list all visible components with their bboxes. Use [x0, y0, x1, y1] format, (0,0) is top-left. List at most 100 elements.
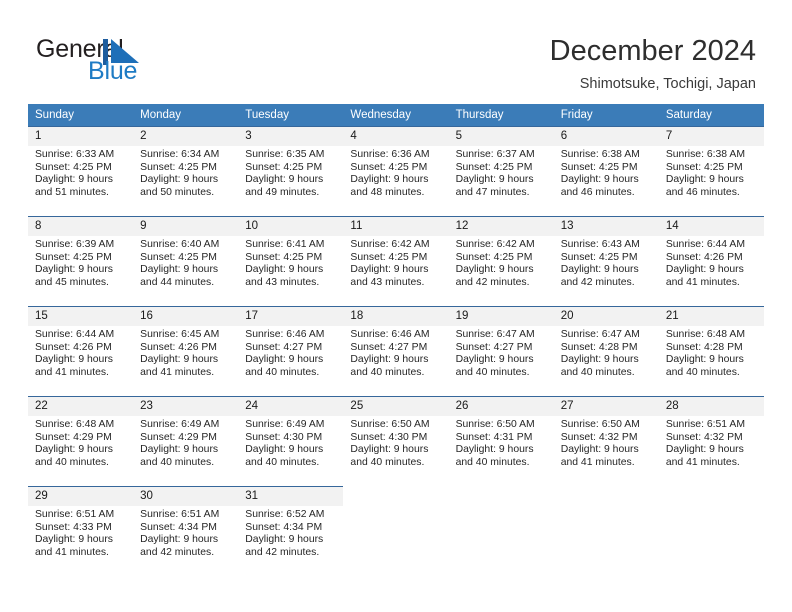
daylight-text-line2: and 43 minutes. — [350, 276, 425, 288]
sunrise-text: Sunrise: 6:42 AM — [455, 239, 535, 250]
day-number: 5 — [448, 127, 554, 146]
calendar-week-row: 8 Sunrise: 6:39 AM Sunset: 4:25 PM Daylight… — [28, 216, 764, 306]
daylight-text-line1: Daylight: 9 hours — [35, 534, 113, 546]
day-cell[interactable]: 20 Sunrise: 6:47 AM Sunset: 4:28 PM Dayligh… — [553, 306, 659, 396]
day-cell[interactable]: 23 Sunrise: 6:49 AM Sunset: 4:29 PM Dayligh… — [133, 396, 239, 486]
day-cell[interactable]: 17 Sunrise: 6:46 AM Sunset: 4:27 PM Dayligh… — [238, 306, 344, 396]
sunrise-text: Sunrise: 6:43 AM — [560, 239, 640, 250]
day-number: 3 — [238, 127, 344, 146]
day-cell[interactable]: 12 Sunrise: 6:42 AM Sunset: 4:25 PM Dayligh… — [448, 216, 554, 306]
day-cell[interactable]: 15 Sunrise: 6:44 AM Sunset: 4:26 PM Dayligh… — [28, 306, 134, 396]
day-number: 15 — [28, 307, 134, 326]
day-cell[interactable]: 31 Sunrise: 6:52 AM Sunset: 4:34 PM Dayligh… — [238, 486, 344, 576]
daylight-text-line2: and 48 minutes. — [350, 186, 425, 198]
sunset-text: Sunset: 4:25 PM — [560, 251, 638, 263]
sunrise-text: Sunrise: 6:49 AM — [140, 419, 220, 430]
daylight-text-line2: and 40 minutes. — [35, 456, 109, 468]
day-cell[interactable]: 21 Sunrise: 6:48 AM Sunset: 4:28 PM Dayligh… — [658, 306, 764, 396]
day-number: 2 — [133, 127, 239, 146]
sunset-text: Sunset: 4:25 PM — [560, 161, 638, 173]
calendar-week-row: 22 Sunrise: 6:48 AM Sunset: 4:29 PM Dayligh… — [28, 396, 764, 486]
daylight-text-line1: Daylight: 9 hours — [350, 264, 429, 276]
day-cell[interactable]: 4 Sunrise: 6:36 AM Sunset: 4:25 PM Daylight… — [343, 126, 449, 216]
day-number — [343, 486, 448, 505]
day-cell[interactable]: 28 Sunrise: 6:51 AM Sunset: 4:32 PM Dayligh… — [658, 396, 764, 486]
daylight-text-line2: and 41 minutes. — [665, 276, 740, 288]
day-cell[interactable]: 11 Sunrise: 6:42 AM Sunset: 4:25 PM Dayligh… — [343, 216, 449, 306]
sunrise-text: Sunrise: 6:47 AM — [560, 329, 640, 340]
day-number: 27 — [553, 397, 659, 416]
sunrise-text: Sunrise: 6:38 AM — [560, 149, 640, 160]
day-details: Sunrise: 6:50 AM Sunset: 4:31 PM Daylight:… — [449, 416, 554, 469]
day-number: 16 — [133, 307, 239, 326]
day-details: Sunrise: 6:51 AM Sunset: 4:32 PM Daylight:… — [659, 416, 764, 469]
calendar-week-row: 1 Sunrise: 6:33 AM Sunset: 4:25 PM Daylight… — [28, 126, 764, 216]
sunrise-text: Sunrise: 6:48 AM — [665, 329, 745, 340]
sunrise-text: Sunrise: 6:44 AM — [35, 329, 115, 340]
day-cell[interactable]: 2 Sunrise: 6:34 AM Sunset: 4:25 PM Daylight… — [133, 126, 239, 216]
sunrise-text: Sunrise: 6:45 AM — [140, 329, 220, 340]
day-number: 4 — [343, 127, 449, 146]
sunset-text: Sunset: 4:25 PM — [455, 161, 533, 173]
day-cell[interactable]: 19 Sunrise: 6:47 AM Sunset: 4:27 PM Dayligh… — [448, 306, 554, 396]
day-details: Sunrise: 6:33 AM Sunset: 4:25 PM Daylight:… — [28, 146, 133, 199]
day-cell[interactable]: 8 Sunrise: 6:39 AM Sunset: 4:25 PM Daylight… — [28, 216, 134, 306]
daylight-text-line1: Daylight: 9 hours — [35, 264, 113, 276]
day-details: Sunrise: 6:46 AM Sunset: 4:27 PM Daylight:… — [238, 326, 343, 379]
daylight-text-line1: Daylight: 9 hours — [140, 354, 219, 366]
sunrise-text: Sunrise: 6:37 AM — [455, 149, 535, 160]
daylight-text-line2: and 40 minutes. — [560, 366, 635, 378]
daylight-text-line2: and 51 minutes. — [35, 186, 109, 198]
brand-logo[interactable]: General Blue — [36, 36, 256, 88]
calendar-week-row: 15 Sunrise: 6:44 AM Sunset: 4:26 PM Dayligh… — [28, 306, 764, 396]
day-cell[interactable]: 3 Sunrise: 6:35 AM Sunset: 4:25 PM Daylight… — [238, 126, 344, 216]
day-cell[interactable]: 10 Sunrise: 6:41 AM Sunset: 4:25 PM Dayligh… — [238, 216, 344, 306]
day-cell[interactable]: 9 Sunrise: 6:40 AM Sunset: 4:25 PM Daylight… — [133, 216, 239, 306]
sunset-text: Sunset: 4:32 PM — [560, 431, 638, 443]
daylight-text-line2: and 49 minutes. — [245, 186, 320, 198]
daylight-text-line2: and 42 minutes. — [455, 276, 530, 288]
daylight-text-line2: and 40 minutes. — [350, 456, 425, 468]
daylight-text-line1: Daylight: 9 hours — [665, 444, 744, 456]
sunrise-text: Sunrise: 6:46 AM — [350, 329, 430, 340]
daylight-text-line1: Daylight: 9 hours — [560, 354, 639, 366]
day-number: 11 — [343, 217, 449, 236]
sunrise-text: Sunrise: 6:50 AM — [455, 419, 535, 430]
day-details: Sunrise: 6:39 AM Sunset: 4:25 PM Daylight:… — [28, 236, 133, 289]
sunrise-text: Sunrise: 6:42 AM — [350, 239, 430, 250]
day-number: 23 — [133, 397, 239, 416]
sunset-text: Sunset: 4:25 PM — [350, 251, 428, 263]
day-cell[interactable]: 6 Sunrise: 6:38 AM Sunset: 4:25 PM Daylight… — [553, 126, 659, 216]
sunset-text: Sunset: 4:29 PM — [35, 431, 112, 443]
day-number — [554, 486, 659, 505]
daylight-text-line1: Daylight: 9 hours — [350, 444, 429, 456]
day-details: Sunrise: 6:42 AM Sunset: 4:25 PM Daylight:… — [449, 236, 554, 289]
day-cell[interactable]: 27 Sunrise: 6:50 AM Sunset: 4:32 PM Dayligh… — [553, 396, 659, 486]
day-cell[interactable]: 26 Sunrise: 6:50 AM Sunset: 4:31 PM Dayligh… — [448, 396, 554, 486]
day-cell[interactable]: 1 Sunrise: 6:33 AM Sunset: 4:25 PM Daylight… — [28, 126, 134, 216]
sunrise-text: Sunrise: 6:40 AM — [140, 239, 220, 250]
day-cell[interactable]: 14 Sunrise: 6:44 AM Sunset: 4:26 PM Dayligh… — [658, 216, 764, 306]
day-cell-empty — [449, 486, 554, 576]
day-cell[interactable]: 30 Sunrise: 6:51 AM Sunset: 4:34 PM Dayligh… — [133, 486, 239, 576]
day-cell[interactable]: 24 Sunrise: 6:49 AM Sunset: 4:30 PM Dayligh… — [238, 396, 344, 486]
day-cell[interactable]: 25 Sunrise: 6:50 AM Sunset: 4:30 PM Dayligh… — [343, 396, 449, 486]
day-number: 19 — [448, 307, 554, 326]
daylight-text-line1: Daylight: 9 hours — [560, 174, 639, 186]
weekday-header-saturday: Saturday — [658, 104, 764, 126]
day-number: 6 — [553, 127, 659, 146]
sunset-text: Sunset: 4:34 PM — [245, 521, 323, 533]
day-cell[interactable]: 29 Sunrise: 6:51 AM Sunset: 4:33 PM Dayligh… — [28, 486, 134, 576]
day-cell[interactable]: 16 Sunrise: 6:45 AM Sunset: 4:26 PM Dayligh… — [133, 306, 239, 396]
day-number: 26 — [448, 397, 554, 416]
sunrise-text: Sunrise: 6:51 AM — [35, 509, 115, 520]
day-details: Sunrise: 6:51 AM Sunset: 4:33 PM Daylight:… — [28, 506, 133, 559]
day-cell[interactable]: 7 Sunrise: 6:38 AM Sunset: 4:25 PM Daylight… — [658, 126, 764, 216]
day-cell[interactable]: 18 Sunrise: 6:46 AM Sunset: 4:27 PM Dayligh… — [343, 306, 449, 396]
day-number: 17 — [238, 307, 344, 326]
day-cell[interactable]: 22 Sunrise: 6:48 AM Sunset: 4:29 PM Dayligh… — [28, 396, 134, 486]
day-cell[interactable]: 5 Sunrise: 6:37 AM Sunset: 4:25 PM Daylight… — [448, 126, 554, 216]
day-cell[interactable]: 13 Sunrise: 6:43 AM Sunset: 4:25 PM Dayligh… — [553, 216, 659, 306]
day-number: 18 — [343, 307, 449, 326]
daylight-text-line1: Daylight: 9 hours — [665, 354, 744, 366]
